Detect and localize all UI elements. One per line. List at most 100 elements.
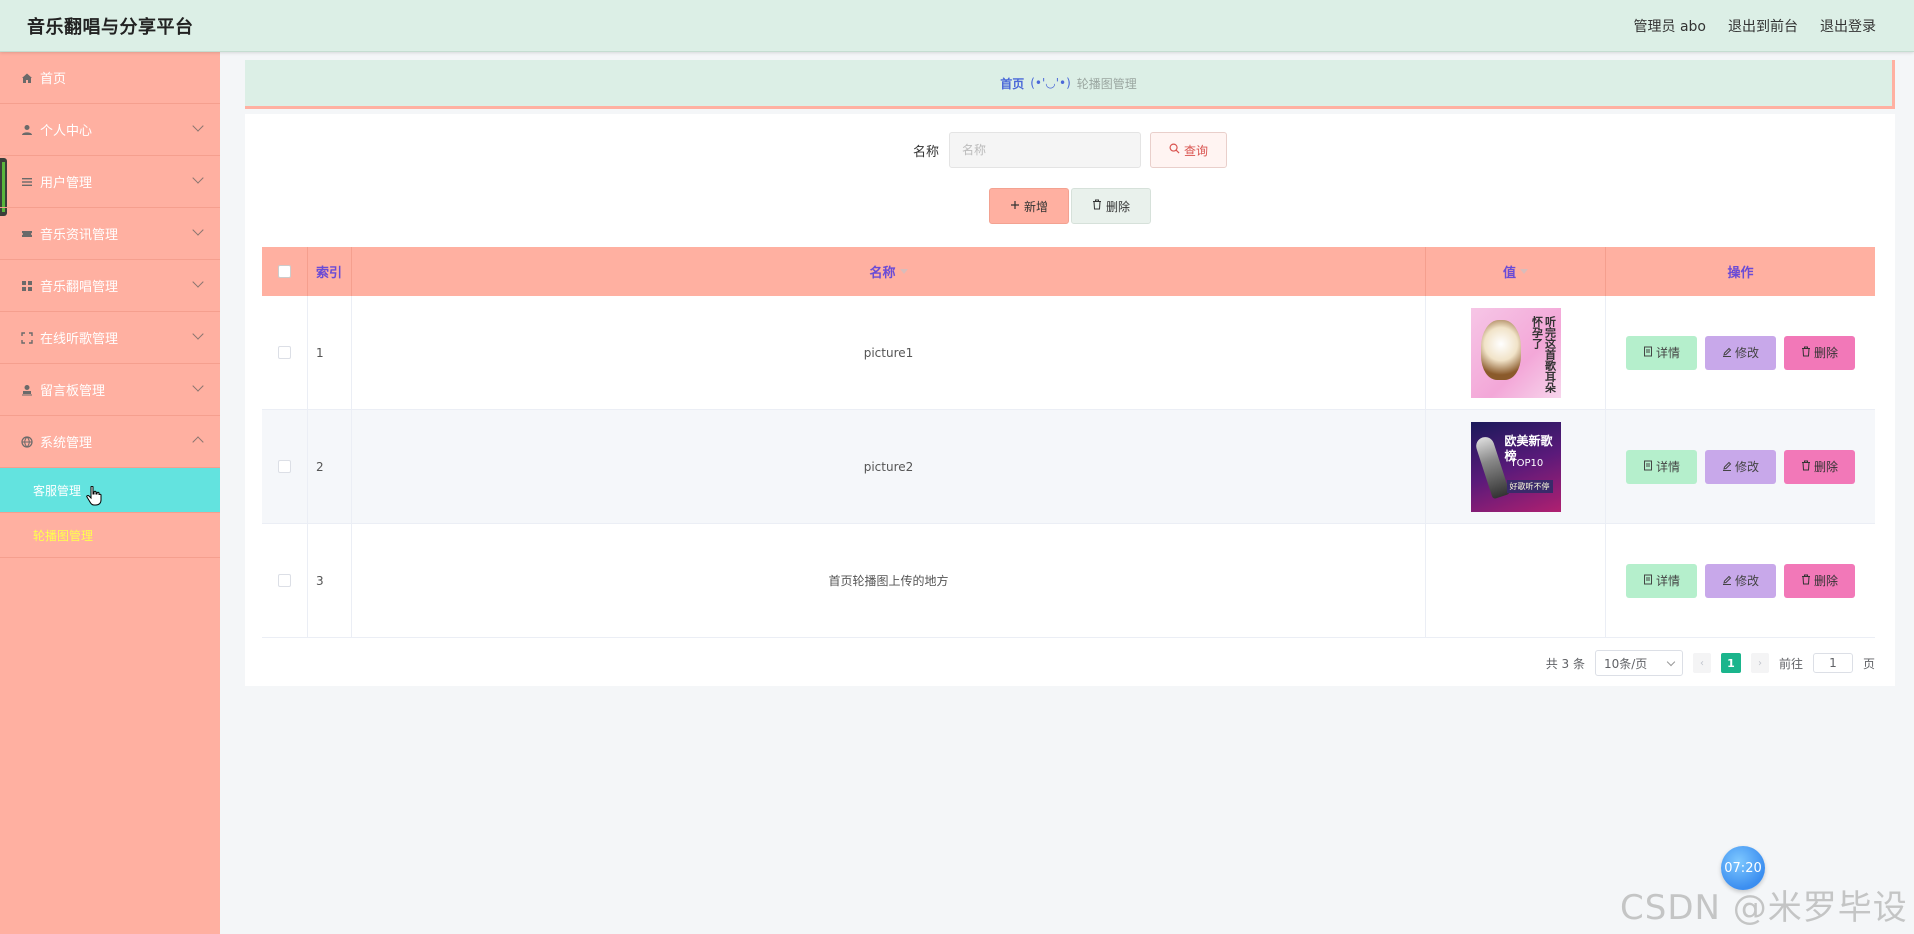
admin-label: 管理员 abo	[1633, 18, 1706, 35]
batch-delete-button[interactable]: 删除	[1071, 188, 1151, 224]
home-icon	[20, 71, 34, 85]
pencil-icon	[1722, 460, 1732, 474]
prev-page-button[interactable]: ‹	[1692, 653, 1711, 673]
detail-button[interactable]: 详情	[1626, 449, 1697, 484]
goto-label: 前往	[1778, 656, 1803, 671]
select-all-checkbox[interactable]	[278, 265, 291, 278]
page-number-current[interactable]: 1	[1720, 653, 1741, 673]
row-name: 首页轮播图上传的地方	[352, 524, 1426, 637]
row-index: 3	[308, 524, 352, 637]
trash-icon	[1801, 574, 1811, 588]
detail-label: 详情	[1655, 574, 1680, 588]
user-stamp-icon	[20, 383, 34, 397]
goto-page-input[interactable]	[1812, 653, 1853, 673]
table-row: 2 picture2 欧美新歌榜 TOP10 好歌听不停 详情 修改 删除	[262, 410, 1875, 524]
row-checkbox[interactable]	[278, 460, 291, 473]
column-header-name-label: 名称	[869, 266, 896, 281]
edit-button[interactable]: 修改	[1705, 449, 1776, 484]
column-header-value[interactable]: 值	[1426, 247, 1606, 296]
row-name: picture2	[352, 410, 1426, 523]
batch-delete-label: 删除	[1105, 199, 1130, 214]
table-row: 3 首页轮播图上传的地方 详情 修改 删除	[262, 524, 1875, 638]
plus-icon	[1010, 199, 1020, 213]
sidebar-item-music-news[interactable]: 音乐资讯管理	[0, 208, 220, 260]
sidebar-item-label: 音乐翻唱管理	[40, 280, 119, 295]
sidebar-item-online-listening[interactable]: 在线听歌管理	[0, 312, 220, 364]
search-form: 名称 查询	[245, 132, 1895, 168]
add-button-label: 新增	[1023, 199, 1048, 214]
detail-button[interactable]: 详情	[1626, 563, 1697, 598]
watermark: CSDN @米罗毕设	[1620, 888, 1908, 928]
top-bar: 音乐翻唱与分享平台 管理员 abo 退出到前台 退出登录	[0, 0, 1914, 52]
globe-icon	[20, 435, 34, 449]
carousel-image-thumbnail[interactable]: 听完这首歌耳朵怀孕了	[1470, 307, 1561, 398]
breadcrumb-separator: (•'◡'•)	[1030, 76, 1071, 90]
pencil-icon	[1722, 574, 1732, 588]
chevron-down-icon	[192, 276, 204, 288]
select-all-cell	[262, 247, 308, 296]
sidebar-subitem-customer-service[interactable]: 客服管理	[0, 468, 220, 513]
row-checkbox[interactable]	[278, 574, 291, 587]
column-header-actions: 操作	[1727, 266, 1754, 281]
row-value	[1426, 524, 1606, 637]
chevron-right-icon: ›	[1757, 657, 1762, 669]
chevron-down-icon	[1666, 657, 1676, 666]
sidebar-item-label: 系统管理	[40, 436, 93, 451]
delete-button[interactable]: 删除	[1784, 563, 1855, 598]
trash-icon	[1092, 199, 1102, 213]
row-name: picture1	[352, 296, 1426, 409]
carousel-image-thumbnail[interactable]: 欧美新歌榜 TOP10 好歌听不停	[1470, 421, 1561, 512]
sidebar-subitem-carousel[interactable]: 轮播图管理	[0, 513, 220, 558]
row-actions: 详情 修改 删除	[1606, 524, 1875, 637]
to-frontend-link[interactable]: 退出到前台	[1728, 16, 1798, 36]
sidebar-item-music-cover[interactable]: 音乐翻唱管理	[0, 260, 220, 312]
sort-icon	[1520, 269, 1528, 274]
row-check-cell	[262, 524, 308, 637]
thumbnail-subtitle: TOP10	[1510, 457, 1544, 469]
column-header-name[interactable]: 名称	[352, 247, 1426, 296]
next-page-button[interactable]: ›	[1750, 653, 1769, 673]
action-bar: 新增 删除	[245, 188, 1895, 224]
row-value: 欧美新歌榜 TOP10 好歌听不停	[1426, 410, 1606, 523]
breadcrumb-current: 轮播图管理	[1076, 76, 1137, 91]
main-content: 首页 (•'◡'•) 轮播图管理 名称 查询 新增	[220, 52, 1914, 934]
detail-label: 详情	[1655, 346, 1680, 360]
chevron-up-icon	[192, 436, 204, 448]
edit-button[interactable]: 修改	[1705, 563, 1776, 598]
query-button[interactable]: 查询	[1150, 132, 1228, 168]
hand-cursor-icon	[86, 486, 102, 506]
sidebar-item-users[interactable]: 用户管理	[0, 156, 220, 208]
breadcrumb-home[interactable]: 首页	[1000, 75, 1024, 92]
thumbnail-tag: 好歌听不停	[1506, 479, 1553, 493]
column-header-index: 索引	[308, 247, 352, 296]
delete-button[interactable]: 删除	[1784, 335, 1855, 370]
chevron-down-icon	[192, 120, 204, 132]
edit-label: 修改	[1734, 460, 1759, 474]
edit-button[interactable]: 修改	[1705, 335, 1776, 370]
logout-link[interactable]: 退出登录	[1820, 16, 1876, 36]
sidebar-item-home[interactable]: 首页	[0, 52, 220, 104]
sidebar-subitem-label: 客服管理	[33, 483, 82, 498]
user-icon	[20, 123, 34, 137]
document-icon	[1643, 346, 1653, 360]
detail-button[interactable]: 详情	[1626, 335, 1697, 370]
ticket-icon	[20, 227, 34, 241]
document-icon	[1643, 574, 1653, 588]
sidebar-item-personal-center[interactable]: 个人中心	[0, 104, 220, 156]
delete-button[interactable]: 删除	[1784, 449, 1855, 484]
table-header: 索引 名称 值 操作	[262, 247, 1875, 296]
detail-label: 详情	[1655, 460, 1680, 474]
sidebar-item-message-board[interactable]: 留言板管理	[0, 364, 220, 416]
add-button[interactable]: 新增	[989, 188, 1069, 224]
page-size-select[interactable]: 10条/页	[1594, 650, 1683, 676]
chevron-left-icon: ‹	[1699, 657, 1704, 669]
row-check-cell	[262, 410, 308, 523]
row-checkbox[interactable]	[278, 346, 291, 359]
search-input[interactable]	[949, 132, 1141, 168]
grid-icon	[20, 279, 34, 293]
row-index: 1	[308, 296, 352, 409]
page-size-value: 10条/页	[1603, 656, 1648, 671]
sidebar-item-label: 音乐资讯管理	[40, 228, 119, 243]
sidebar-subitem-label: 轮播图管理	[33, 528, 94, 543]
sidebar-item-system[interactable]: 系统管理	[0, 416, 220, 468]
